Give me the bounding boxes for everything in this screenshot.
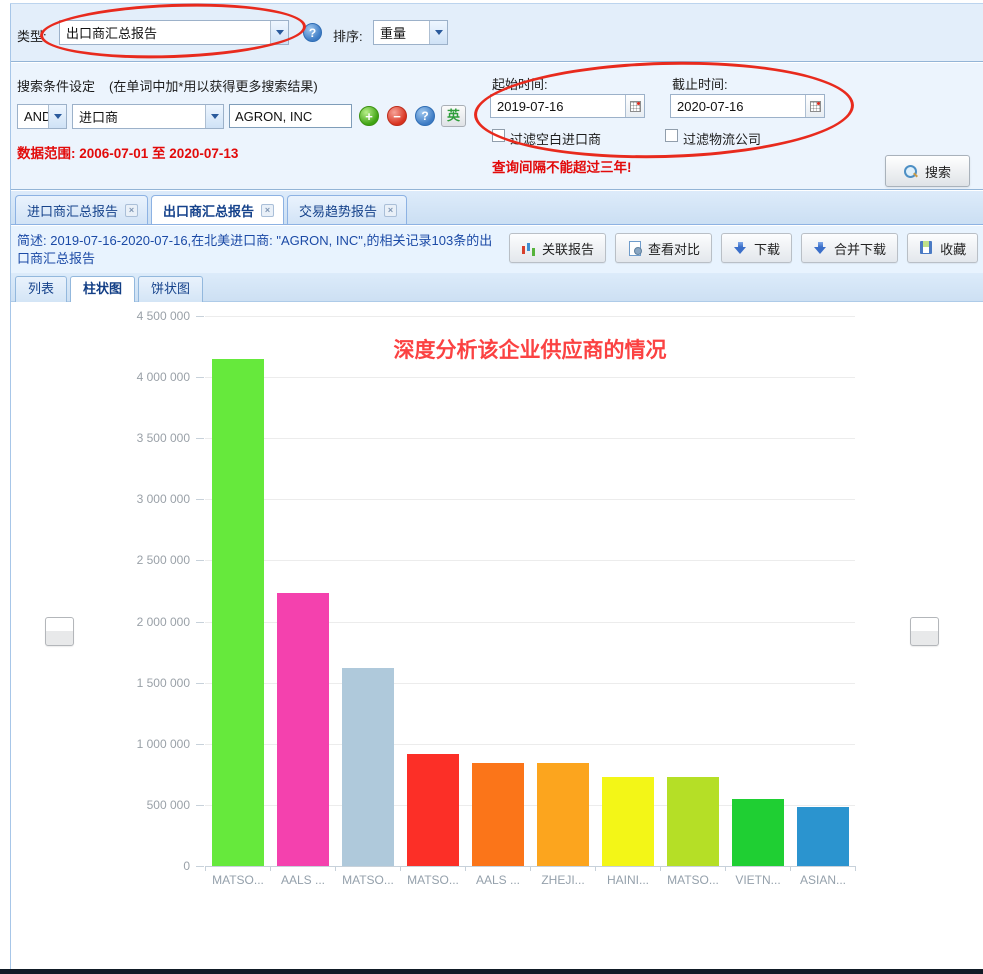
bar-matso[interactable] <box>342 668 394 866</box>
y-axis-label: 1 500 000 <box>60 676 190 690</box>
x-axis-label: HAINI... <box>595 873 661 887</box>
y-axis-tick <box>196 377 204 378</box>
gridline <box>205 438 855 439</box>
bottom-border-bar <box>0 969 983 974</box>
y-axis-label: 0 <box>60 859 190 873</box>
x-axis-tick <box>335 866 336 871</box>
y-axis-label: 4 500 000 <box>60 309 190 323</box>
chart-title: 深度分析该企业供应商的情况 <box>330 334 730 364</box>
x-axis-label: MATSO... <box>205 873 271 887</box>
x-axis-tick <box>660 866 661 871</box>
y-axis-label: 500 000 <box>60 798 190 812</box>
x-axis-tick <box>400 866 401 871</box>
x-axis-tick <box>725 866 726 871</box>
y-axis-label: 3 500 000 <box>60 431 190 445</box>
chart-scroll-left-button[interactable] <box>45 617 74 646</box>
bar-matso[interactable] <box>667 777 719 866</box>
x-axis-tick <box>530 866 531 871</box>
x-axis-tick <box>855 866 856 871</box>
gridline <box>205 316 855 317</box>
bar-matso[interactable] <box>212 359 264 866</box>
y-axis-tick <box>196 438 204 439</box>
bar-vietn[interactable] <box>732 799 784 866</box>
y-axis-label: 1 000 000 <box>60 737 190 751</box>
bar-chart: 4 500 000 4 000 000 3 500 000 3 000 000 2 50… <box>0 0 983 974</box>
bar-zheji[interactable] <box>537 763 589 866</box>
gridline <box>205 377 855 378</box>
bar-matso[interactable] <box>407 754 459 866</box>
x-axis-label: MATSO... <box>400 873 466 887</box>
bar-aals[interactable] <box>277 593 329 866</box>
app-window: 类型: 出口商汇总报告 ? 排序: 重量 搜索条件设定 (在单词中加*用以获得更… <box>0 0 983 974</box>
x-axis-label: MATSO... <box>660 873 726 887</box>
y-axis-tick <box>196 866 204 867</box>
x-axis-tick <box>465 866 466 871</box>
x-axis-label: ZHEJI... <box>530 873 596 887</box>
gridline <box>205 499 855 500</box>
x-axis-tick <box>270 866 271 871</box>
y-axis-label: 2 000 000 <box>60 615 190 629</box>
x-axis-label: ASIAN... <box>790 873 856 887</box>
y-axis-label: 4 000 000 <box>60 370 190 384</box>
gridline <box>205 560 855 561</box>
x-axis-label: VIETN... <box>725 873 791 887</box>
x-axis-tick <box>790 866 791 871</box>
y-axis-label: 3 000 000 <box>60 492 190 506</box>
y-axis-tick <box>196 744 204 745</box>
y-axis-tick <box>196 805 204 806</box>
x-axis-label: AALS ... <box>465 873 531 887</box>
x-axis-label: AALS ... <box>270 873 336 887</box>
y-axis-tick <box>196 316 204 317</box>
y-axis-tick <box>196 622 204 623</box>
y-axis-tick <box>196 683 204 684</box>
chart-scroll-right-button[interactable] <box>910 617 939 646</box>
y-axis-label: 2 500 000 <box>60 553 190 567</box>
bar-asian[interactable] <box>797 807 849 866</box>
y-axis-tick <box>196 560 204 561</box>
x-axis-label: MATSO... <box>335 873 401 887</box>
bar-haini[interactable] <box>602 777 654 866</box>
x-axis-tick <box>595 866 596 871</box>
x-axis-tick <box>205 866 206 871</box>
y-axis-tick <box>196 499 204 500</box>
bar-aals[interactable] <box>472 763 524 866</box>
